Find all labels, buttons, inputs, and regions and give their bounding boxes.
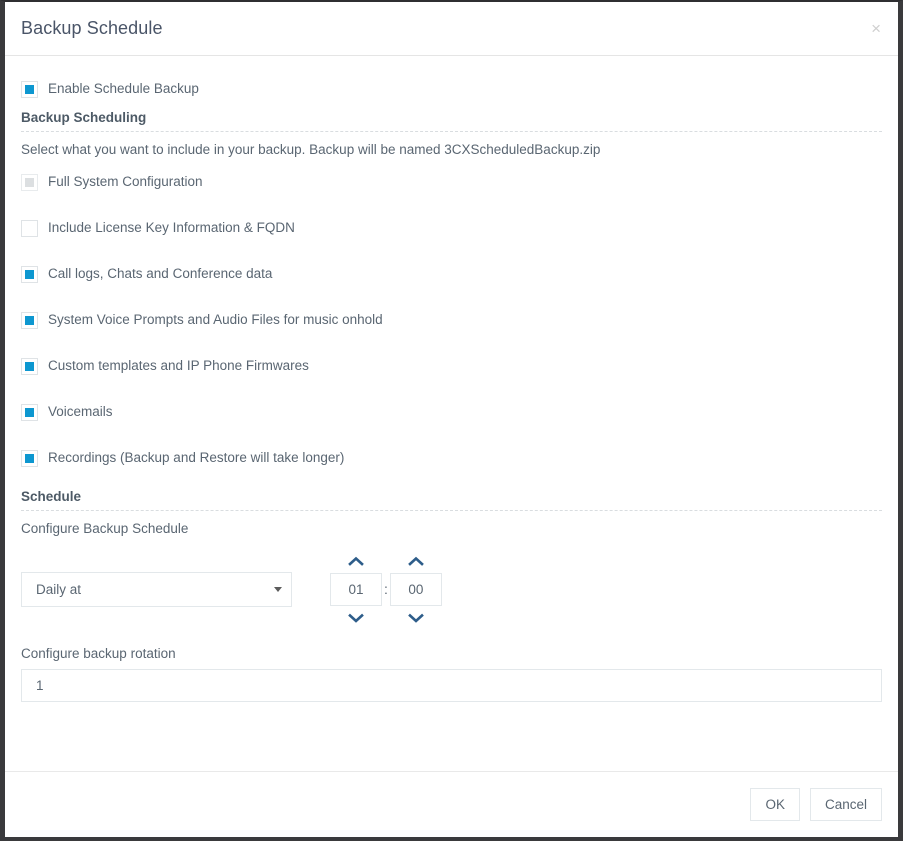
checkbox-row-voicemails[interactable]: Voicemails (21, 389, 882, 435)
checkbox-full-system-configuration (21, 173, 38, 191)
checkbox-fill-icon (25, 407, 34, 417)
chevron-down-icon-minute[interactable] (407, 612, 425, 624)
frequency-select[interactable]: Daily at (21, 571, 292, 607)
checkbox-label-call-logs-chats-conference: Call logs, Chats and Conference data (48, 266, 273, 282)
backup-schedule-dialog: Backup Schedule × Enable Schedule Backup… (0, 0, 903, 841)
checkbox-label-system-voice-prompts: System Voice Prompts and Audio Files for… (48, 312, 383, 328)
dialog-footer: OK Cancel (5, 771, 898, 837)
minute-input[interactable]: 00 (389, 572, 442, 606)
section-divider-backup-scheduling (21, 131, 882, 132)
section-divider-schedule (21, 510, 882, 511)
cancel-button[interactable]: Cancel (809, 788, 882, 821)
chevron-down-icon-hour[interactable] (347, 612, 365, 624)
chevron-up-icon-hour[interactable] (347, 555, 365, 567)
checkbox-row-full-system-configuration: Full System Configuration (21, 159, 882, 205)
close-icon[interactable]: × (871, 20, 881, 37)
section-heading-schedule: Schedule (21, 489, 82, 504)
hour-input[interactable]: 01 (330, 572, 382, 606)
configure-backup-rotation-label: Configure backup rotation (21, 646, 176, 661)
checkbox-row-call-logs-chats-conference[interactable]: Call logs, Chats and Conference data (21, 251, 882, 297)
checkbox-call-logs-chats-conference[interactable] (21, 265, 38, 283)
section-heading-backup-scheduling: Backup Scheduling (21, 110, 147, 125)
checkbox-enable-schedule-backup[interactable] (21, 80, 38, 98)
checkbox-row-include-license-key[interactable]: Include License Key Information & FQDN (21, 205, 882, 251)
checkbox-label-recordings: Recordings (Backup and Restore will take… (48, 450, 345, 466)
ok-button[interactable]: OK (750, 788, 800, 821)
backup-scheduling-description: Select what you want to include in your … (21, 142, 601, 157)
checkbox-fill-icon (25, 315, 34, 325)
dialog-header: Backup Schedule × (5, 2, 898, 56)
schedule-section: Schedule Configure Backup Schedule Daily… (21, 485, 882, 702)
checkbox-fill-icon (25, 269, 34, 279)
minute-spinner: 00 (389, 555, 442, 624)
time-separator: : (384, 580, 388, 597)
checkbox-system-voice-prompts[interactable] (21, 311, 38, 329)
checkbox-row-system-voice-prompts[interactable]: System Voice Prompts and Audio Files for… (21, 297, 882, 343)
checkbox-fill-icon (25, 177, 34, 187)
frequency-select-wrapper[interactable]: Daily at (21, 571, 292, 607)
backup-rotation-input[interactable] (21, 669, 882, 702)
backup-options-list: Full System Configuration Include Licens… (21, 159, 882, 481)
checkbox-label-full-system-configuration: Full System Configuration (48, 174, 203, 190)
checkbox-row-custom-templates[interactable]: Custom templates and IP Phone Firmwares (21, 343, 882, 389)
time-spinner-group: 01 : 00 (330, 546, 442, 632)
checkbox-label-include-license-key: Include License Key Information & FQDN (48, 220, 295, 236)
checkbox-recordings[interactable] (21, 449, 38, 467)
checkbox-row-recordings[interactable]: Recordings (Backup and Restore will take… (21, 435, 882, 481)
chevron-up-icon-minute[interactable] (407, 555, 425, 567)
page-title: Backup Schedule (21, 18, 163, 38)
checkbox-custom-templates[interactable] (21, 357, 38, 375)
checkbox-fill-icon (25, 361, 34, 371)
checkbox-include-license-key[interactable] (21, 219, 38, 237)
checkbox-label-custom-templates: Custom templates and IP Phone Firmwares (48, 358, 309, 374)
hour-spinner: 01 (330, 555, 382, 624)
checkbox-row-enable-schedule-backup[interactable]: Enable Schedule Backup (21, 72, 882, 106)
checkbox-fill-icon (25, 453, 34, 463)
checkbox-voicemails[interactable] (21, 403, 38, 421)
checkbox-fill-icon (25, 84, 34, 94)
checkbox-label-enable-schedule-backup: Enable Schedule Backup (48, 81, 199, 97)
checkbox-label-voicemails: Voicemails (48, 404, 113, 420)
dialog-body: Enable Schedule Backup Backup Scheduling… (5, 56, 898, 771)
configure-backup-schedule-label: Configure Backup Schedule (21, 521, 189, 536)
schedule-controls-row: Daily at 01 : 00 (21, 546, 882, 632)
